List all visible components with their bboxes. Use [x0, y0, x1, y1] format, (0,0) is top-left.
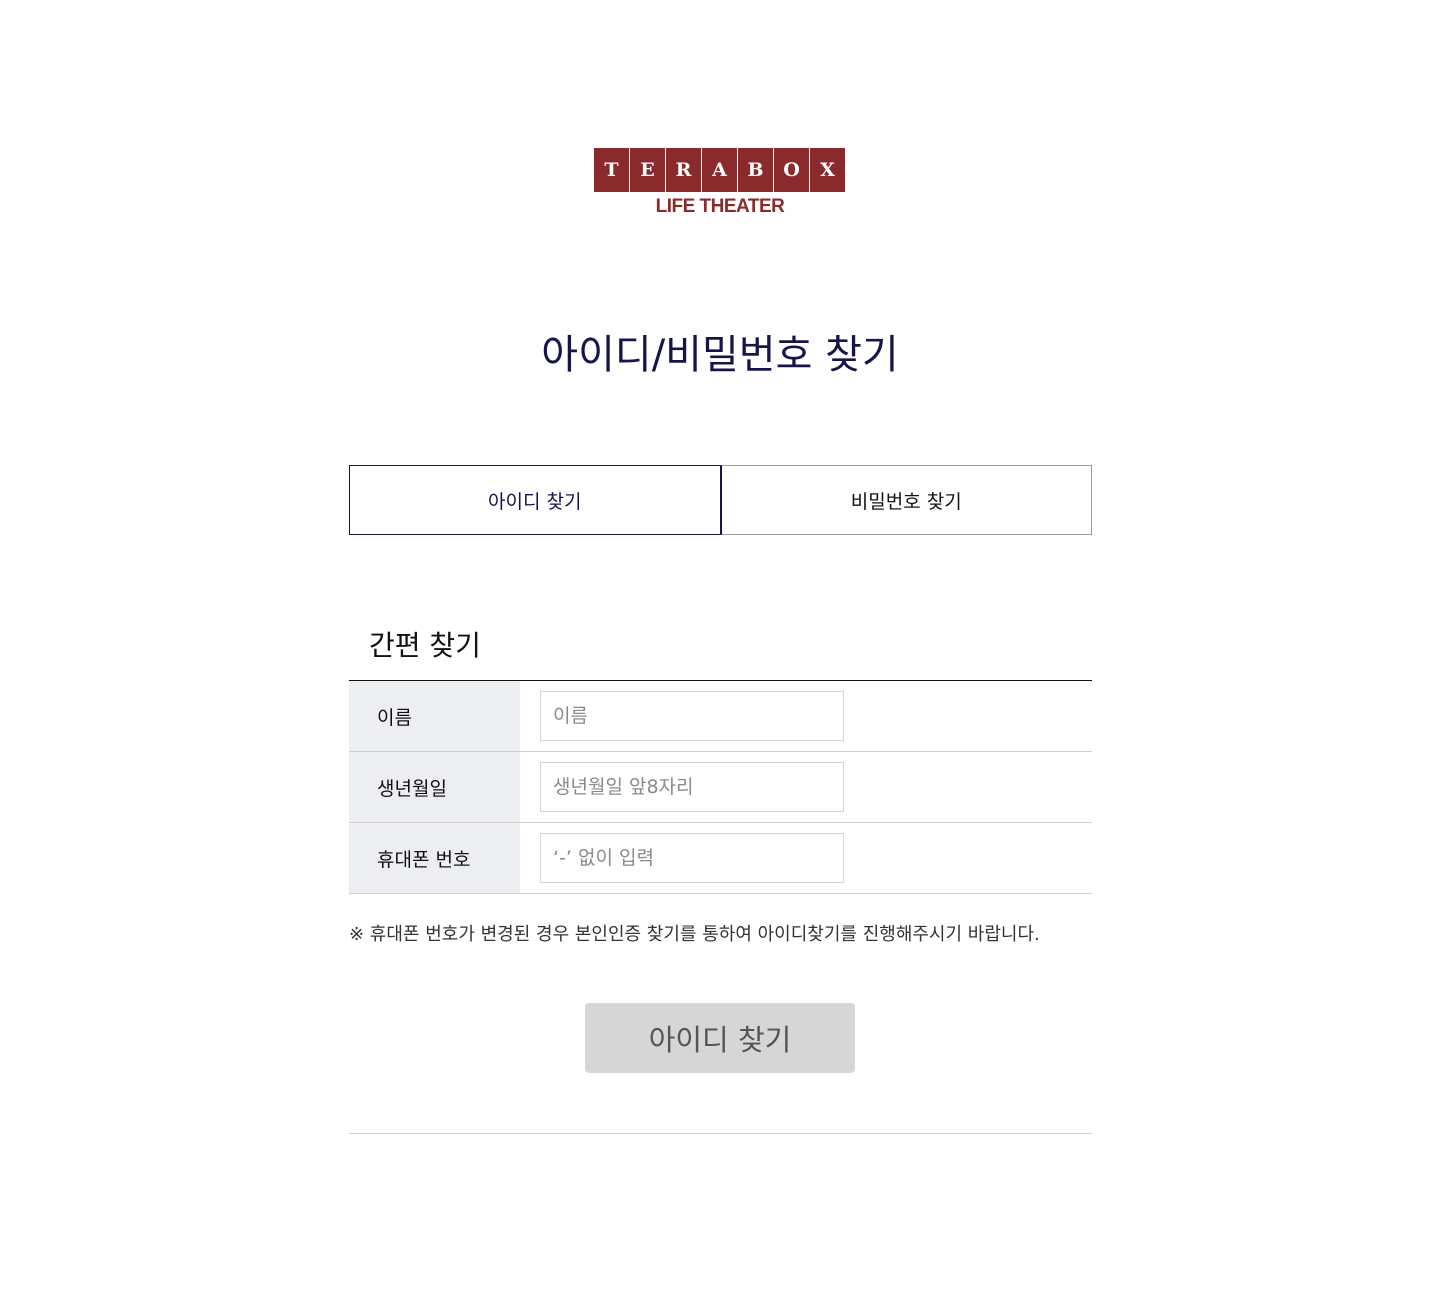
- birthdate-input[interactable]: [540, 762, 844, 812]
- name-field-cell: [520, 681, 1092, 751]
- birthdate-field-cell: [520, 752, 1092, 822]
- logo-letter: T: [594, 148, 629, 192]
- logo-letter-blocks: T E R A B O X: [594, 148, 846, 192]
- logo-letter: E: [630, 148, 665, 192]
- logo-letter: A: [702, 148, 737, 192]
- form-row-phone: 휴대폰 번호: [349, 823, 1092, 894]
- logo-subtitle: LIFE THEATER: [655, 196, 785, 217]
- logo-letter: R: [666, 148, 701, 192]
- tab-find-id[interactable]: 아이디 찾기: [349, 465, 721, 535]
- name-label: 이름: [349, 681, 520, 751]
- tab-find-password[interactable]: 비밀번호 찾기: [720, 465, 1092, 535]
- page-title: 아이디/비밀번호 찾기: [541, 332, 899, 378]
- form-row-birthdate: 생년월일: [349, 752, 1092, 823]
- phone-input[interactable]: [540, 833, 844, 883]
- terabox-logo[interactable]: T E R A B O X LIFE THEATER: [594, 148, 846, 220]
- section-title: 간편 찾기: [369, 629, 481, 662]
- find-tabs: 아이디 찾기 비밀번호 찾기: [349, 465, 1092, 535]
- find-id-button[interactable]: 아이디 찾기: [585, 1003, 855, 1073]
- name-input[interactable]: [540, 691, 844, 741]
- form-row-name: 이름: [349, 681, 1092, 752]
- bottom-divider: [349, 1133, 1092, 1134]
- logo-letter: X: [810, 148, 845, 192]
- find-form: 이름 생년월일 휴대폰 번호: [349, 680, 1092, 894]
- birthdate-label: 생년월일: [349, 752, 520, 822]
- phone-field-cell: [520, 823, 1092, 893]
- logo-letter: O: [774, 148, 809, 192]
- phone-label: 휴대폰 번호: [349, 823, 520, 893]
- logo-letter: B: [738, 148, 773, 192]
- phone-change-notice: ※ 휴대폰 번호가 변경된 경우 본인인증 찾기를 통하여 아이디찾기를 진행해…: [349, 924, 1040, 945]
